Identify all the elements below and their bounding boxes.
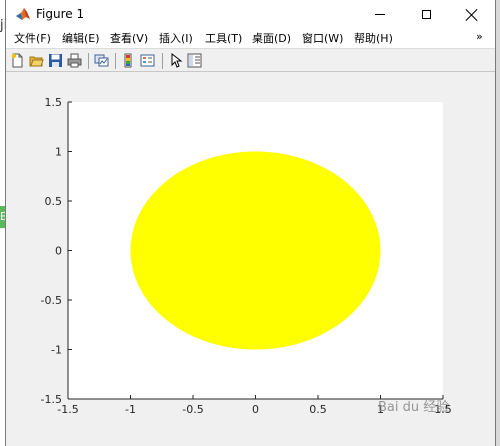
menu-insert[interactable]: 插入(I): [159, 31, 193, 46]
maximize-button[interactable]: [403, 0, 449, 29]
toolbar: [6, 48, 495, 72]
property-inspector-icon[interactable]: [186, 52, 203, 69]
filled-ellipse: [130, 151, 381, 350]
y-tick-label: 1.5: [45, 96, 63, 109]
close-button[interactable]: [449, 0, 495, 29]
menu-bar: 文件(F) 编辑(E) 查看(V) 插入(I) 工具(T) 桌面(D) 窗口(W…: [6, 29, 495, 48]
y-tick-label: 1: [55, 146, 62, 159]
x-tick-label: 0: [252, 403, 259, 416]
menu-tools[interactable]: 工具(T): [205, 31, 242, 46]
menu-view[interactable]: 查看(V): [110, 31, 148, 46]
y-tick-label: 0: [55, 245, 62, 258]
window-title: Figure 1: [36, 7, 85, 21]
link-plot-icon[interactable]: [93, 52, 110, 69]
insert-legend-icon[interactable]: [139, 52, 156, 69]
y-tick-label: -1.5: [41, 393, 62, 406]
save-icon[interactable]: [47, 52, 64, 69]
new-figure-icon[interactable]: [9, 52, 26, 69]
menu-file[interactable]: 文件(F): [14, 31, 51, 46]
menu-overflow-icon[interactable]: »: [476, 30, 483, 43]
menu-edit[interactable]: 编辑(E): [62, 31, 100, 46]
toolbar-separator: [115, 53, 116, 69]
plot-axes[interactable]: -1.5 -1 -0.5 0 0.5 1 1.5-1.5-1-0.500.511.5: [6, 72, 495, 446]
x-tick-label: 0.5: [309, 403, 327, 416]
print-icon[interactable]: [66, 52, 83, 69]
x-tick-label: -0.5: [182, 403, 203, 416]
menu-help[interactable]: 帮助(H): [354, 31, 393, 46]
insert-colorbar-icon[interactable]: [120, 52, 137, 69]
edit-plot-icon[interactable]: [167, 52, 184, 69]
y-tick-label: 0.5: [45, 195, 63, 208]
matlab-logo-icon: [15, 6, 31, 22]
y-tick-label: -1: [51, 344, 62, 357]
menu-window[interactable]: 窗口(W): [302, 31, 343, 46]
watermark: Bai du 经验: [378, 400, 450, 415]
title-bar[interactable]: Figure 1: [6, 0, 495, 29]
close-icon: [466, 9, 478, 21]
toolbar-separator: [88, 53, 89, 69]
y-tick-label: -0.5: [41, 294, 62, 307]
minimize-icon: [375, 14, 385, 15]
menu-desktop[interactable]: 桌面(D): [252, 31, 291, 46]
minimize-button[interactable]: [357, 0, 403, 29]
figure-window: Figure 1 文件(F) 编辑(E) 查看(V) 插入(I) 工具(T) 桌…: [5, 0, 496, 446]
figure-canvas[interactable]: -1.5 -1 -0.5 0 0.5 1 1.5 -1.5 -1 -0.5 0 0.5 1 1.5: [6, 72, 495, 446]
open-file-icon[interactable]: [28, 52, 45, 69]
x-tick-label: -1: [125, 403, 136, 416]
toolbar-separator: [162, 53, 163, 69]
maximize-icon: [421, 10, 431, 19]
